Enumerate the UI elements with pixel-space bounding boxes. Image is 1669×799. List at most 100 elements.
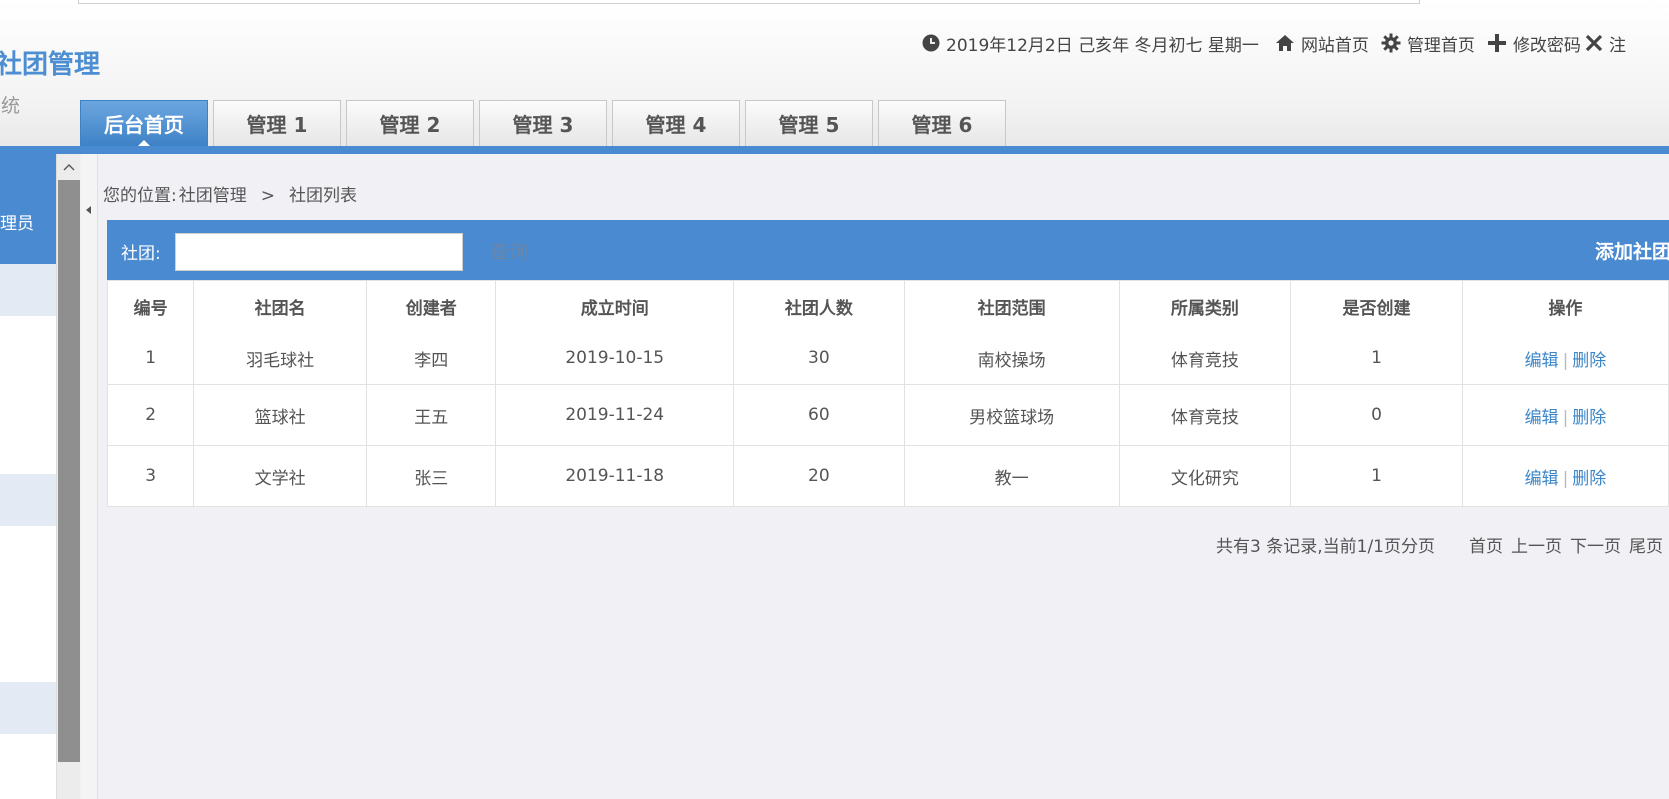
sidebar-scrollbar[interactable]	[56, 154, 80, 799]
logout-link[interactable]: 注	[1585, 31, 1626, 56]
breadcrumb: 您的位置: 社团管理 > 社团列表	[103, 181, 363, 206]
cell-created: 1	[1290, 332, 1463, 385]
close-icon	[1585, 34, 1603, 52]
main-tabs: 后台首页 管理 1 管理 2 管理 3 管理 4 管理 5 管理 6	[80, 100, 1011, 147]
tab-manage-6[interactable]: 管理 6	[878, 100, 1006, 146]
cell-creator: 王五	[365, 384, 497, 446]
cell-name: 羽毛球社	[193, 332, 367, 385]
header: 社团管理 系统 2019年12月2日 己亥年 冬月初七 星期一 网站首页	[0, 0, 1669, 147]
tab-manage-5[interactable]: 管理 5	[745, 100, 873, 146]
next-page-link[interactable]: 下一页	[1570, 537, 1621, 557]
col-header-members: 社团人数	[733, 280, 905, 333]
col-header-scope: 社团范围	[903, 280, 1120, 333]
cell-id: 2	[106, 384, 195, 446]
header-divider	[0, 146, 1669, 154]
cell-scope: 南校操场	[903, 332, 1120, 385]
app-title: 社团管理	[0, 50, 101, 80]
table-header-row: 编号 社团名 创建者 成立时间 社团人数 社团范围 所属类别 是否创建 操作	[106, 280, 1669, 333]
cell-creator: 李四	[365, 332, 497, 385]
sidebar-item[interactable]	[0, 474, 56, 526]
search-toolbar: 社团: 查询 添加社团	[107, 220, 1669, 280]
change-password-link[interactable]: 修改密码	[1487, 31, 1581, 56]
cell-date: 2019-11-24	[495, 384, 734, 446]
cell-actions: 编辑 | 删除	[1461, 332, 1669, 385]
cell-id: 3	[106, 445, 195, 507]
edit-link[interactable]: 编辑	[1525, 351, 1559, 371]
club-table: 编号 社团名 创建者 成立时间 社团人数 社团范围 所属类别 是否创建 操作 1…	[106, 280, 1669, 507]
col-header-creator: 创建者	[365, 280, 497, 333]
breadcrumb-separator: >	[260, 186, 275, 206]
col-header-category: 所属类别	[1118, 280, 1292, 333]
breadcrumb-prefix: 您的位置:	[103, 186, 177, 206]
tab-manage-3[interactable]: 管理 3	[479, 100, 607, 146]
plus-icon	[1487, 34, 1506, 52]
col-header-created: 是否创建	[1290, 280, 1463, 333]
delete-link[interactable]: 删除	[1572, 469, 1606, 489]
query-button[interactable]: 查询	[490, 237, 528, 264]
cell-members: 30	[733, 332, 905, 385]
home-icon	[1275, 35, 1294, 51]
tab-manage-1[interactable]: 管理 1	[213, 100, 341, 146]
table-row: 2 篮球社 王五 2019-11-24 60 男校篮球场 体育竞技 0 编辑 | 删…	[106, 384, 1669, 446]
cell-created: 1	[1290, 445, 1463, 507]
tab-manage-4[interactable]: 管理 4	[612, 100, 740, 146]
clock-icon	[922, 34, 940, 52]
col-header-actions: 操作	[1461, 280, 1669, 333]
sidebar-item[interactable]	[0, 682, 56, 734]
cell-date: 2019-10-15	[495, 332, 734, 385]
search-input[interactable]	[175, 233, 463, 271]
cell-category: 体育竞技	[1118, 384, 1292, 446]
sidebar-item-label: 理员	[0, 214, 34, 234]
edit-link[interactable]: 编辑	[1525, 469, 1559, 489]
cell-created: 0	[1290, 384, 1463, 446]
top-links: 2019年12月2日 己亥年 冬月初七 星期一 网站首页 管理首页 修改密码 注	[922, 30, 1638, 56]
cell-members: 20	[733, 445, 905, 507]
cell-id: 1	[106, 332, 195, 385]
last-page-link[interactable]: 尾页	[1629, 537, 1663, 557]
col-header-id: 编号	[106, 280, 195, 333]
cell-date: 2019-11-18	[495, 445, 734, 507]
cell-name: 文学社	[193, 445, 367, 507]
cell-members: 60	[733, 384, 905, 446]
scroll-up-icon[interactable]	[57, 156, 80, 178]
delete-link[interactable]: 删除	[1572, 408, 1606, 428]
tab-dashboard[interactable]: 后台首页	[80, 100, 208, 147]
cell-creator: 张三	[365, 445, 497, 507]
breadcrumb-page: 社团列表	[288, 186, 357, 206]
tab-manage-2[interactable]: 管理 2	[346, 100, 474, 146]
gear-icon	[1381, 33, 1401, 53]
col-header-date: 成立时间	[495, 280, 734, 333]
sidebar: 理员	[0, 154, 56, 799]
app-root: 社团管理 系统 2019年12月2日 己亥年 冬月初七 星期一 网站首页	[0, 0, 1669, 799]
delete-link[interactable]: 删除	[1572, 351, 1606, 371]
sidebar-item[interactable]	[0, 264, 56, 316]
first-page-link[interactable]: 首页	[1469, 537, 1503, 557]
cell-scope: 男校篮球场	[903, 384, 1120, 446]
search-label: 社团:	[121, 244, 161, 264]
action-separator: |	[1562, 350, 1569, 371]
add-club-button[interactable]: 添加社团	[1595, 237, 1669, 264]
datetime-display: 2019年12月2日 己亥年 冬月初七 星期一	[922, 31, 1259, 56]
collapse-arrow-icon[interactable]	[86, 206, 91, 214]
cell-actions: 编辑 | 删除	[1461, 384, 1669, 446]
cell-scope: 教一	[903, 445, 1120, 507]
sidebar-toggle[interactable]	[81, 154, 98, 799]
action-separator: |	[1562, 407, 1569, 428]
prev-page-link[interactable]: 上一页	[1511, 537, 1562, 557]
cell-actions: 编辑 | 删除	[1461, 445, 1669, 507]
breadcrumb-section[interactable]: 社团管理	[179, 186, 247, 206]
scrollbar-thumb[interactable]	[58, 180, 80, 762]
cell-category: 体育竞技	[1118, 332, 1292, 385]
col-header-name: 社团名	[193, 280, 367, 333]
site-home-link[interactable]: 网站首页	[1275, 31, 1369, 56]
action-separator: |	[1562, 468, 1569, 489]
app-subtitle: 系统	[0, 95, 21, 117]
table-row: 3 文学社 张三 2019-11-18 20 教一 文化研究 1 编辑 | 删除	[106, 445, 1669, 507]
admin-home-link[interactable]: 管理首页	[1381, 31, 1475, 56]
record-summary: 共有3 条记录,当前1/1页分页	[1216, 537, 1435, 557]
table-row: 1 羽毛球社 李四 2019-10-15 30 南校操场 体育竞技 1 编辑 | 删…	[106, 332, 1669, 385]
address-bar[interactable]	[78, 0, 1420, 4]
sidebar-item-admin[interactable]: 理员	[0, 154, 56, 264]
cell-category: 文化研究	[1118, 445, 1292, 507]
edit-link[interactable]: 编辑	[1525, 408, 1559, 428]
